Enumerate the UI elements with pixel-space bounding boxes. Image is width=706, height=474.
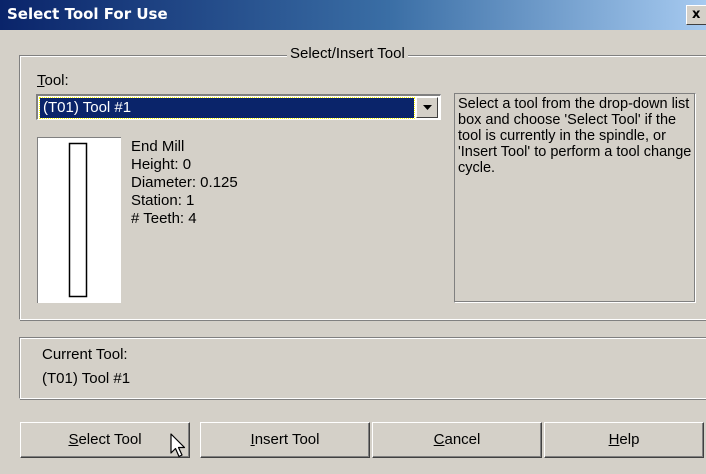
select-tool-label: elect Tool xyxy=(78,431,142,448)
help-label: elp xyxy=(619,431,640,448)
cancel-button[interactable]: Cancel xyxy=(372,422,542,458)
cancel-label: ancel xyxy=(444,431,481,448)
select-tool-button[interactable]: Select Tool xyxy=(20,422,190,458)
cancel-mnemonic: C xyxy=(433,431,445,448)
window-title: Select Tool For Use xyxy=(7,5,168,23)
help-text: Select a tool from the drop-down list bo… xyxy=(454,93,696,303)
help-button[interactable]: Help xyxy=(544,422,704,458)
tool-label-mnemonic: T xyxy=(37,72,45,89)
tool-height: Height: 0 xyxy=(131,156,192,173)
tool-station: Station: 1 xyxy=(131,192,195,209)
insert-tool-button[interactable]: Insert Tool xyxy=(200,422,370,458)
title-bar[interactable]: Select Tool For Use xyxy=(0,0,706,30)
tool-teeth: # Teeth: 4 xyxy=(131,210,197,227)
tool-label: Tool: xyxy=(37,72,69,90)
select-tool-mnemonic: S xyxy=(68,431,79,448)
close-button[interactable]: x xyxy=(686,5,706,25)
tool-diameter: Diameter: 0.125 xyxy=(131,174,238,191)
chevron-down-icon xyxy=(423,105,432,110)
dropdown-button[interactable] xyxy=(416,97,438,118)
tool-type: End Mill xyxy=(131,138,185,155)
current-tool-value: (T01) Tool #1 xyxy=(42,370,131,387)
group-legend: Select/Insert Tool xyxy=(287,45,408,62)
tool-dropdown-value: (T01) Tool #1 xyxy=(39,97,415,119)
insert-tool-label: nsert Tool xyxy=(254,431,320,448)
help-mnemonic: H xyxy=(608,431,620,448)
mouse-pointer-icon xyxy=(170,433,186,458)
tool-preview xyxy=(37,137,121,303)
end-mill-icon xyxy=(68,142,88,298)
tool-label-rest: ool: xyxy=(44,72,69,89)
current-tool-label: Current Tool: xyxy=(42,346,128,363)
tool-dropdown[interactable]: (T01) Tool #1 xyxy=(36,94,441,120)
